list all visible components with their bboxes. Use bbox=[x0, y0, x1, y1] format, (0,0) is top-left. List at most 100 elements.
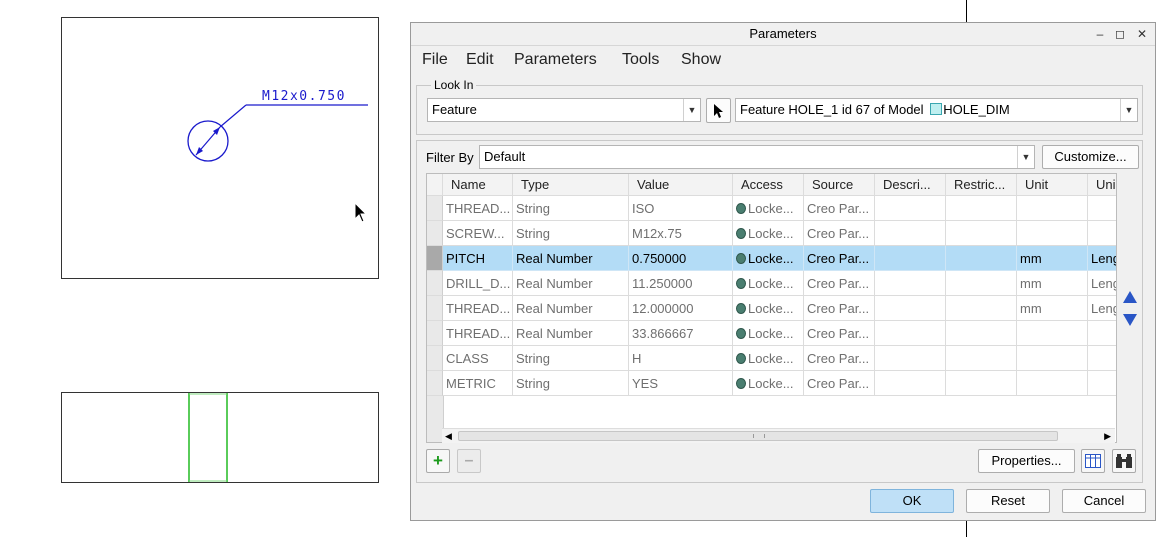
cell-restriction[interactable] bbox=[946, 371, 1017, 396]
row-header[interactable] bbox=[427, 346, 443, 371]
cell-type[interactable]: String bbox=[513, 196, 629, 221]
cell-type[interactable]: Real Number bbox=[513, 271, 629, 296]
menu-file[interactable]: File bbox=[422, 51, 448, 69]
minimize-icon[interactable]: – bbox=[1091, 23, 1109, 45]
col-access[interactable]: Access bbox=[733, 174, 804, 196]
scrollbar-thumb[interactable] bbox=[458, 431, 1058, 441]
menu-tools[interactable]: Tools bbox=[622, 51, 659, 69]
col-source[interactable]: Source bbox=[804, 174, 875, 196]
menu-edit[interactable]: Edit bbox=[466, 51, 494, 69]
menu-show[interactable]: Show bbox=[681, 51, 721, 69]
cell-description[interactable] bbox=[875, 196, 946, 221]
cell-value[interactable]: YES bbox=[629, 371, 733, 396]
close-icon[interactable]: ✕ bbox=[1133, 23, 1151, 45]
cell-source[interactable]: Creo Par... bbox=[804, 246, 875, 271]
cell-source[interactable]: Creo Par... bbox=[804, 221, 875, 246]
cell-unit-type[interactable] bbox=[1088, 346, 1116, 371]
table-row[interactable]: CLASS String H Locke... Creo Par... bbox=[427, 346, 1116, 371]
row-header[interactable] bbox=[427, 221, 443, 246]
cell-type[interactable]: String bbox=[513, 221, 629, 246]
cell-unit-type[interactable] bbox=[1088, 371, 1116, 396]
cell-restriction[interactable] bbox=[946, 271, 1017, 296]
col-description[interactable]: Descri... bbox=[875, 174, 946, 196]
cell-type[interactable]: String bbox=[513, 371, 629, 396]
filter-by-select[interactable]: Default ▼ bbox=[479, 145, 1035, 169]
table-row[interactable]: PITCH Real Number 0.750000 Locke... Creo Par… bbox=[427, 246, 1116, 271]
cell-unit-type[interactable] bbox=[1088, 196, 1116, 221]
cell-source[interactable]: Creo Par... bbox=[804, 196, 875, 221]
cell-access[interactable]: Locke... bbox=[733, 246, 804, 271]
cell-access[interactable]: Locke... bbox=[733, 321, 804, 346]
cell-access[interactable]: Locke... bbox=[733, 196, 804, 221]
cell-value[interactable]: M12x.75 bbox=[629, 221, 733, 246]
cell-unit-type[interactable]: Leng bbox=[1088, 246, 1116, 271]
cell-description[interactable] bbox=[875, 321, 946, 346]
select-feature-button[interactable] bbox=[706, 98, 731, 123]
cell-value[interactable]: 0.750000 bbox=[629, 246, 733, 271]
cell-source[interactable]: Creo Par... bbox=[804, 271, 875, 296]
table-row[interactable]: SCREW... String M12x.75 Locke... Creo Par... bbox=[427, 221, 1116, 246]
cell-unit-type[interactable]: Leng bbox=[1088, 296, 1116, 321]
look-in-type-select[interactable]: Feature ▼ bbox=[427, 98, 701, 122]
cell-name[interactable]: THREAD... bbox=[443, 321, 513, 346]
drawing-top-view[interactable]: M12x0.750 bbox=[61, 17, 379, 279]
ok-button[interactable]: OK bbox=[870, 489, 954, 513]
cell-name[interactable]: CLASS bbox=[443, 346, 513, 371]
cell-access[interactable]: Locke... bbox=[733, 271, 804, 296]
cell-restriction[interactable] bbox=[946, 221, 1017, 246]
cell-name[interactable]: PITCH bbox=[443, 246, 513, 271]
cell-name[interactable]: SCREW... bbox=[443, 221, 513, 246]
row-header[interactable] bbox=[427, 371, 443, 396]
cell-restriction[interactable] bbox=[946, 246, 1017, 271]
cell-name[interactable]: METRIC bbox=[443, 371, 513, 396]
cell-restriction[interactable] bbox=[946, 296, 1017, 321]
table-horizontal-scrollbar[interactable]: ◀ ▶ bbox=[442, 428, 1115, 443]
row-header[interactable] bbox=[427, 271, 443, 296]
row-header[interactable] bbox=[427, 296, 443, 321]
properties-button[interactable]: Properties... bbox=[978, 449, 1075, 473]
scroll-right-icon[interactable]: ▶ bbox=[1104, 429, 1111, 443]
row-header[interactable] bbox=[427, 196, 443, 221]
cell-unit[interactable] bbox=[1017, 321, 1088, 346]
remove-parameter-button[interactable]: – bbox=[457, 449, 481, 473]
look-in-feature-select[interactable]: Feature HOLE_1 id 67 of Model HOLE_DIM ▼ bbox=[735, 98, 1138, 122]
add-parameter-button[interactable]: + bbox=[426, 449, 450, 473]
cell-access[interactable]: Locke... bbox=[733, 221, 804, 246]
col-name[interactable]: Name bbox=[443, 174, 513, 196]
arrow-up-icon[interactable] bbox=[1122, 290, 1138, 304]
cell-unit[interactable] bbox=[1017, 346, 1088, 371]
cell-type[interactable]: Real Number bbox=[513, 296, 629, 321]
cell-description[interactable] bbox=[875, 296, 946, 321]
cell-description[interactable] bbox=[875, 346, 946, 371]
cell-unit-type[interactable] bbox=[1088, 321, 1116, 346]
cell-type[interactable]: Real Number bbox=[513, 246, 629, 271]
drawing-front-view[interactable] bbox=[61, 392, 379, 483]
col-type[interactable]: Type bbox=[513, 174, 629, 196]
cell-unit[interactable]: mm bbox=[1017, 296, 1088, 321]
cell-type[interactable]: Real Number bbox=[513, 321, 629, 346]
maximize-icon[interactable]: ◻ bbox=[1111, 23, 1129, 45]
reset-button[interactable]: Reset bbox=[966, 489, 1050, 513]
table-row[interactable]: DRILL_D... Real Number 11.250000 Locke... Cr… bbox=[427, 271, 1116, 296]
cell-unit-type[interactable]: Leng bbox=[1088, 271, 1116, 296]
cell-value[interactable]: ISO bbox=[629, 196, 733, 221]
cell-access[interactable]: Locke... bbox=[733, 371, 804, 396]
cell-type[interactable]: String bbox=[513, 346, 629, 371]
cell-value[interactable]: H bbox=[629, 346, 733, 371]
cancel-button[interactable]: Cancel bbox=[1062, 489, 1146, 513]
cell-description[interactable] bbox=[875, 371, 946, 396]
row-header[interactable] bbox=[427, 246, 443, 271]
find-button[interactable] bbox=[1112, 449, 1136, 473]
col-unit[interactable]: Unit bbox=[1017, 174, 1088, 196]
cell-restriction[interactable] bbox=[946, 321, 1017, 346]
cell-value[interactable]: 11.250000 bbox=[629, 271, 733, 296]
cell-name[interactable]: DRILL_D... bbox=[443, 271, 513, 296]
cell-unit[interactable] bbox=[1017, 196, 1088, 221]
arrow-down-icon[interactable] bbox=[1122, 313, 1138, 327]
table-row[interactable]: THREAD... Real Number 33.866667 Locke... Cre… bbox=[427, 321, 1116, 346]
cell-name[interactable]: THREAD... bbox=[443, 296, 513, 321]
table-row[interactable]: THREAD... String ISO Locke... Creo Par... bbox=[427, 196, 1116, 221]
columns-button[interactable] bbox=[1081, 449, 1105, 473]
cell-restriction[interactable] bbox=[946, 196, 1017, 221]
cell-unit[interactable] bbox=[1017, 221, 1088, 246]
